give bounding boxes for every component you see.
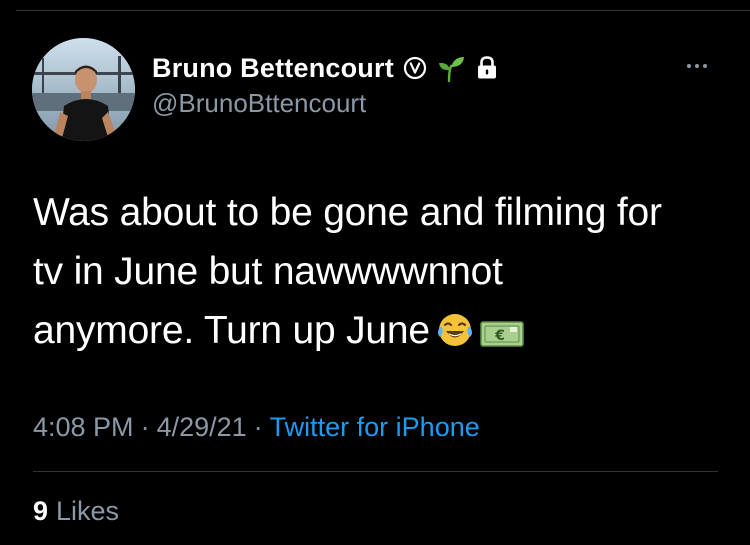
divider xyxy=(33,471,718,472)
lock-icon xyxy=(475,55,499,81)
author-handle[interactable]: @BrunoBttencourt xyxy=(152,88,366,119)
svg-text:€: € xyxy=(494,328,505,344)
more-dots-icon xyxy=(687,64,691,68)
author-name-row: Bruno Bettencourt xyxy=(152,51,499,85)
likes-link[interactable]: 9 Likes xyxy=(33,496,119,527)
tweet-text-line-with-emoji: anymore. Turn up June € xyxy=(33,301,733,366)
meta-separator: · xyxy=(253,412,263,442)
likes-count: 9 xyxy=(33,496,49,526)
avatar-photo xyxy=(32,38,135,141)
more-options-button[interactable] xyxy=(680,56,714,76)
likes-label: Likes xyxy=(56,496,120,526)
top-divider xyxy=(16,10,750,11)
seedling-emoji-icon xyxy=(436,53,466,83)
more-dots-icon xyxy=(703,64,707,68)
tweet-text-line: anymore. Turn up June xyxy=(33,309,430,352)
tweet-date[interactable]: 4/29/21 xyxy=(157,412,247,442)
avatar[interactable] xyxy=(32,38,135,141)
tweet-source-link[interactable]: Twitter for iPhone xyxy=(270,412,480,442)
verified-style-v-icon xyxy=(403,56,427,80)
tweet-text-line: tv in June but nawwwwnnot xyxy=(33,250,503,293)
tweet-time[interactable]: 4:08 PM xyxy=(33,412,134,442)
author-display-name[interactable]: Bruno Bettencourt xyxy=(152,53,394,84)
more-dots-icon xyxy=(695,64,699,68)
tweet-text-line: Was about to be gone and filming for xyxy=(33,191,662,234)
face-with-tears-of-joy-icon xyxy=(436,307,474,366)
tweet-text: Was about to be gone and filming for tv … xyxy=(33,183,733,366)
tweet-meta: 4:08 PM · 4/29/21 · Twitter for iPhone xyxy=(33,412,480,443)
meta-separator: · xyxy=(140,412,150,442)
euro-banknote-icon: € xyxy=(480,307,524,366)
